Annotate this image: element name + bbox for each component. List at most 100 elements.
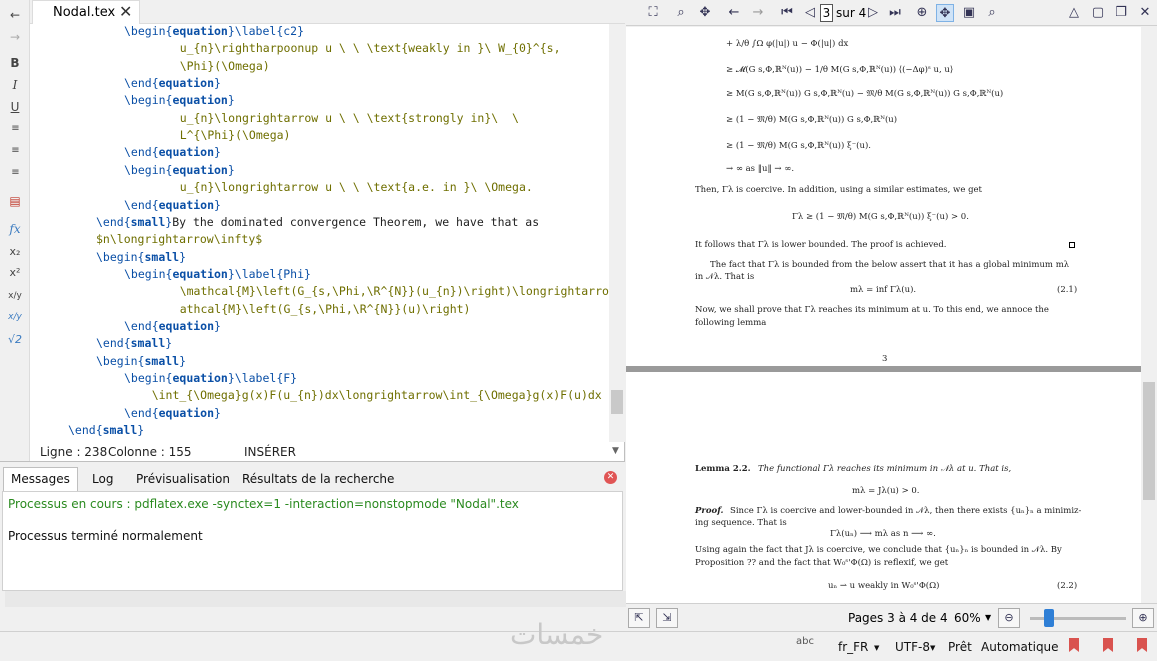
align-right-icon[interactable]: ≡	[4, 164, 26, 182]
window-icon[interactable]: ▢	[1089, 4, 1107, 22]
code-keyword: }\label{F}	[227, 371, 298, 385]
close-panel-icon[interactable]: ✕	[604, 471, 617, 484]
next-page-icon[interactable]: ▷	[864, 4, 882, 22]
sync-pdf-icon[interactable]: ⇲	[656, 608, 678, 628]
code-editor[interactable]: \begin{equation}\label{c2} u_{n}\rightha…	[64, 23, 609, 441]
function-icon[interactable]: fx	[4, 220, 26, 238]
code-line: \end{small}	[68, 422, 144, 439]
page-number-input[interactable]: 3	[820, 4, 833, 22]
ready-status: Prêt	[948, 640, 972, 654]
code-text: u_{n}\longrightarrow u \ \ \text{a.e. in…	[152, 180, 533, 195]
code-environment: small	[130, 214, 166, 229]
paragraph-line: The fact that Γλ is bounded from the bel…	[710, 260, 1070, 270]
forward-arrow-icon[interactable]: →	[4, 28, 26, 46]
code-keyword: }	[227, 93, 235, 108]
code-environment: equation	[158, 318, 215, 333]
pan-tool-icon[interactable]: ✥	[936, 4, 954, 22]
code-environment: equation	[158, 405, 215, 420]
last-page-icon[interactable]: ⏭	[886, 4, 904, 22]
equation-line: mλ = inf Γλ(u).	[850, 285, 917, 295]
zoom-slider-handle[interactable]	[1044, 609, 1055, 627]
auto-mode[interactable]: Automatique	[981, 640, 1059, 654]
editor-tab-label: Nodal.tex	[53, 5, 116, 20]
code-keyword: \end{	[96, 214, 131, 229]
editor-scrollbar[interactable]	[609, 24, 625, 442]
zoom-in-button-icon[interactable]: ⊕	[1132, 608, 1154, 628]
tab-preview[interactable]: Prévisualisation	[128, 467, 238, 491]
dfrac-icon[interactable]: x/y	[4, 308, 26, 326]
bold-icon[interactable]: B	[4, 54, 26, 72]
code-environment: small	[144, 353, 180, 368]
pdf-viewer: ⛶ ⌕ ✥ ← → ⏮ ◁ 3 sur 4 ▷ ⏭ ⊕ ✥ ▣ ⌕ △ ▢ ❐ …	[626, 0, 1157, 631]
encoding-select[interactable]: UTF-8	[895, 640, 930, 654]
pdf-scrollbar[interactable]	[1141, 27, 1157, 603]
tab-log[interactable]: Log	[84, 467, 121, 491]
line-indicator: Ligne : 238	[40, 445, 108, 459]
back-arrow-icon[interactable]: ←	[725, 4, 743, 22]
code-text: $n\longrightarrow\infty$	[96, 232, 263, 247]
editor-scroll-thumb[interactable]	[611, 390, 623, 414]
code-line: u_{n}\rightharpoonup u \ \ \text{weakly …	[152, 40, 561, 57]
code-line: \begin{small}	[96, 249, 186, 266]
paragraph-line: Proposition ?? and the fact that W₀ˢ'Φ(Ω…	[695, 558, 949, 568]
zoom-out-icon[interactable]: ⊖	[998, 608, 1020, 628]
bookmark-icon[interactable]	[1069, 638, 1079, 652]
first-page-icon[interactable]: ⏮	[778, 4, 796, 22]
language-select[interactable]: fr_FR	[838, 640, 868, 654]
pdf-scroll-thumb[interactable]	[1143, 382, 1155, 500]
close-tab-icon[interactable]: ✕	[119, 2, 132, 21]
bookmark-icon[interactable]	[1103, 638, 1113, 652]
code-keyword: }\label{Phi}	[227, 266, 311, 281]
tab-search-results[interactable]: Résultats de la recherche	[234, 467, 402, 491]
search-icon[interactable]: ⌕	[672, 4, 690, 22]
code-line: \end{equation}	[124, 318, 221, 335]
code-environment: small	[102, 423, 138, 438]
paragraph-line: ing sequence. That is	[695, 518, 787, 528]
zoom-in-icon[interactable]: ⊕	[913, 4, 931, 22]
scroll-down-arrow-icon[interactable]: ▼	[612, 446, 619, 456]
watermark: خمسات	[510, 618, 604, 651]
spellcheck-icon[interactable]: abc	[796, 636, 814, 647]
zoom-dropdown-arrow-icon[interactable]: ▼	[985, 613, 991, 622]
superscript-icon[interactable]: x²	[4, 264, 26, 282]
restore-icon[interactable]: ❐	[1112, 4, 1130, 22]
find-icon[interactable]: ⌕	[983, 4, 1001, 22]
collapse-icon[interactable]: △	[1065, 4, 1083, 22]
code-keyword: \begin{	[124, 371, 173, 385]
subscript-icon[interactable]: x₂	[4, 243, 26, 261]
paragraph-line: It follows that Γλ is lower bounded. The…	[695, 240, 947, 250]
fit-page-icon[interactable]: ▣	[960, 4, 978, 22]
bookmark-icon[interactable]	[1137, 638, 1147, 652]
code-line: \begin{equation}\label{c2}	[124, 23, 304, 40]
align-left-icon[interactable]: ≡	[4, 120, 26, 138]
sync-source-icon[interactable]: ⇱	[628, 608, 650, 628]
close-viewer-icon[interactable]: ✕	[1136, 4, 1154, 22]
align-center-icon[interactable]: ≡	[4, 142, 26, 160]
zoom-select[interactable]: 60%	[954, 611, 981, 625]
encoding-dropdown-icon[interactable]: ▼	[930, 644, 935, 652]
tab-messages[interactable]: Messages	[3, 467, 78, 491]
fraction-icon[interactable]: x/y	[4, 287, 26, 305]
code-keyword: \begin{	[124, 93, 173, 108]
sync-icon[interactable]: ⛶	[644, 4, 662, 22]
equation-line: ≥ (1 − 𝔐/θ) M(G s,Φ,ℝᴺ(u)) G s,Φ,ℝᴺ(u)	[726, 115, 898, 125]
forward-arrow-icon[interactable]: →	[749, 4, 767, 22]
italic-icon[interactable]: I	[4, 76, 26, 94]
crosshair-icon[interactable]: ✥	[696, 4, 714, 22]
prev-page-icon[interactable]: ◁	[801, 4, 819, 22]
sqrt-icon[interactable]: √2	[4, 331, 26, 349]
back-arrow-icon[interactable]: ←	[4, 6, 26, 24]
process-running-text: Processus en cours : pdflatex.exe -synct…	[8, 497, 519, 511]
pdf-document-view[interactable]: + λ/θ ∫Ω φ(|u|) u − Φ(|u|) dx ≥ 𝓜(G s,Φ,…	[626, 27, 1141, 603]
equation-line: ≥ (1 − 𝔐/θ) M(G s,Φ,ℝᴺ(u)) ξ⁻(u).	[726, 141, 871, 151]
new-line-icon[interactable]: ▤	[4, 192, 26, 210]
editor-tab[interactable]: Nodal.tex ✕	[32, 0, 140, 24]
code-text: \mathcal{M}\left(G_{s,\Phi,\R^{N}}(u_{n}…	[152, 284, 609, 299]
code-environment: equation	[172, 371, 228, 385]
code-line: \end{small}	[96, 335, 172, 352]
code-keyword: \end{	[124, 76, 159, 91]
code-line: \end{equation}	[124, 75, 221, 92]
language-dropdown-icon[interactable]: ▼	[874, 644, 879, 652]
underline-icon[interactable]: U	[4, 98, 26, 116]
code-text: u_{n}\rightharpoonup u \ \ \text{weakly …	[152, 41, 561, 56]
